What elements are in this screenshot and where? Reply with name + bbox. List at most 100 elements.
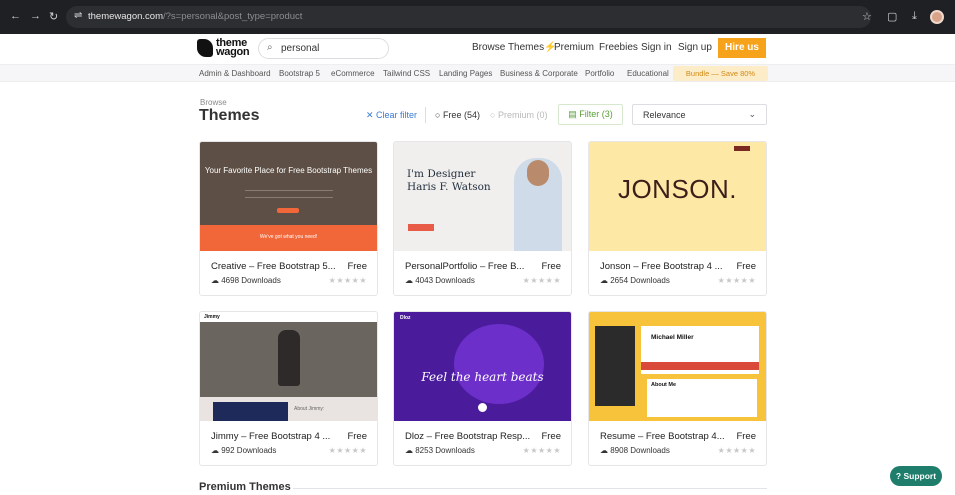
thumb-heading: I'm Designer Haris F. Watson (407, 168, 491, 193)
logo-horse-icon (197, 39, 213, 57)
play-icon (478, 403, 487, 412)
address-bar[interactable]: ⇌ themewagon.com/?s=personal&post_type=p… (66, 6, 871, 28)
clear-filter-link[interactable]: ✕ Clear filter (366, 110, 417, 121)
sort-value: Relevance (643, 110, 686, 120)
theme-card[interactable]: Your Favorite Place for Free Bootstrap T… (199, 141, 378, 296)
theme-thumbnail[interactable]: JONSON. (589, 142, 766, 251)
search-value: personal (281, 43, 320, 54)
thumb-strip (641, 362, 759, 370)
bookmark-star-icon[interactable]: ☆ (862, 10, 872, 23)
theme-thumbnail[interactable]: I'm Designer Haris F. Watson (394, 142, 571, 251)
back-icon[interactable]: ← (10, 10, 21, 22)
category-link[interactable]: Admin & Dashboard (199, 69, 271, 78)
divider (425, 107, 426, 123)
cloud-download-icon: ☁ (211, 446, 222, 455)
url-text: themewagon.com/?s=personal&post_type=pro… (88, 11, 302, 22)
category-link[interactable]: Tailwind CSS (383, 69, 430, 78)
bundle-badge[interactable]: Bundle — Save 80% (673, 66, 768, 81)
forward-icon[interactable]: → (30, 10, 41, 22)
theme-card[interactable]: I'm Designer Haris F. Watson PersonalPor… (393, 141, 572, 296)
nav-sign-up[interactable]: Sign up (678, 42, 712, 53)
cloud-download-icon: ☁ (211, 276, 222, 285)
thumb-heading: JONSON. (617, 174, 738, 204)
card-price: Free (347, 431, 367, 442)
nav-freebies[interactable]: Freebies (599, 42, 638, 53)
card-title[interactable]: Creative – Free Bootstrap 5... (211, 261, 336, 272)
category-bar: Admin & Dashboard Bootstrap 5 eCommerce … (0, 64, 955, 82)
profile-avatar[interactable] (930, 10, 944, 24)
free-radio[interactable]: ○ Free (54) (435, 110, 480, 120)
theme-thumbnail[interactable]: Jimmy About Jimmy: (200, 312, 377, 421)
premium-themes-heading: Premium Themes (199, 481, 291, 493)
card-title[interactable]: Jonson – Free Bootstrap 4 ... (600, 261, 723, 272)
card-downloads: ☁ 8908 Downloads (600, 446, 670, 455)
premium-radio[interactable]: ○ Premium (0) (490, 110, 547, 120)
radio-icon: ○ (435, 110, 443, 120)
download-icon[interactable]: ⤓ (912, 10, 917, 23)
cloud-download-icon: ☁ (405, 276, 416, 285)
nav-premium[interactable]: Premium (554, 42, 594, 53)
thumb-sidebar (595, 326, 635, 406)
url-host: themewagon.com (88, 11, 163, 22)
rating-stars: ★★★★★ (522, 446, 561, 455)
card-title[interactable]: Jimmy – Free Bootstrap 4 ... (211, 431, 330, 442)
filter-icon: ▤ (568, 109, 580, 119)
extensions-icon[interactable]: ▢ (887, 10, 897, 23)
support-button[interactable]: ? Support (890, 466, 942, 486)
site-logo[interactable]: theme wagon (197, 38, 250, 58)
thumb-text-lines (245, 190, 333, 198)
card-downloads: ☁ 4698 Downloads (211, 276, 281, 285)
category-link[interactable]: Bootstrap 5 (279, 69, 320, 78)
thumb-sub: About Jimmy: (294, 406, 325, 412)
card-title[interactable]: Dloz – Free Bootstrap Resp... (405, 431, 530, 442)
card-title[interactable]: PersonalPortfolio – Free B... (405, 261, 524, 272)
page-title: Themes (199, 107, 260, 124)
thumb-heading: Your Favorite Place for Free Bootstrap T… (204, 166, 373, 175)
card-downloads: ☁ 4043 Downloads (405, 276, 475, 285)
cloud-download-icon: ☁ (600, 276, 611, 285)
thumb-person (278, 330, 300, 386)
reload-icon[interactable]: ↻ (49, 10, 58, 23)
site-info-icon[interactable]: ⇌ (74, 10, 82, 21)
category-link[interactable]: Educational (627, 69, 669, 78)
url-path: /?s=personal&post_type=product (162, 11, 303, 22)
thumb-banner: We've got what you need! (200, 225, 377, 251)
category-link[interactable]: Landing Pages (439, 69, 492, 78)
card-title[interactable]: Resume – Free Bootstrap 4... (600, 431, 725, 442)
card-price: Free (541, 261, 561, 272)
category-link[interactable]: eCommerce (331, 69, 375, 78)
category-link[interactable]: Portfolio (585, 69, 614, 78)
theme-card[interactable]: Jimmy About Jimmy: Jimmy – Free Bootstra… (199, 311, 378, 466)
card-downloads: ☁ 8253 Downloads (405, 446, 475, 455)
theme-thumbnail[interactable]: Michael Miller About Me (589, 312, 766, 421)
cloud-download-icon: ☁ (600, 446, 611, 455)
browse-label: Browse (200, 98, 227, 107)
thumb-heading: Feel the heart beats (421, 370, 544, 384)
theme-thumbnail[interactable]: Your Favorite Place for Free Bootstrap T… (200, 142, 377, 251)
rating-stars: ★★★★★ (328, 446, 367, 455)
thumb-button (408, 224, 434, 231)
chevron-down-icon: ⌄ (748, 109, 756, 119)
theme-card[interactable]: JONSON. Jonson – Free Bootstrap 4 ... Fr… (588, 141, 767, 296)
search-input[interactable]: ⌕ personal (258, 38, 389, 59)
thumb-navbar: Jimmy (200, 312, 377, 322)
hire-us-button[interactable]: Hire us (718, 38, 766, 58)
card-price: Free (736, 261, 756, 272)
card-downloads: ☁ 2654 Downloads (600, 276, 670, 285)
rating-stars: ★★★★★ (717, 446, 756, 455)
nav-sign-in[interactable]: Sign in (641, 42, 672, 53)
browser-toolbar: ← → ↻ ⇌ themewagon.com/?s=personal&post_… (0, 0, 955, 34)
filter-button[interactable]: ▤ Filter (3) (558, 104, 623, 125)
thumb-panel (213, 402, 288, 421)
sort-select[interactable]: Relevance ⌄ (632, 104, 767, 125)
thumb-about: About Me (647, 379, 757, 417)
thumb-logo: Dloz (400, 315, 411, 321)
divider (293, 488, 767, 489)
card-price: Free (347, 261, 367, 272)
thumb-face (527, 160, 549, 186)
category-link[interactable]: Business & Corporate (500, 69, 578, 78)
theme-card[interactable]: Dloz Feel the heart beats Dloz – Free Bo… (393, 311, 572, 466)
theme-thumbnail[interactable]: Dloz Feel the heart beats (394, 312, 571, 421)
theme-card[interactable]: Michael Miller About Me Resume – Free Bo… (588, 311, 767, 466)
nav-browse-themes[interactable]: Browse Themes (472, 42, 544, 53)
